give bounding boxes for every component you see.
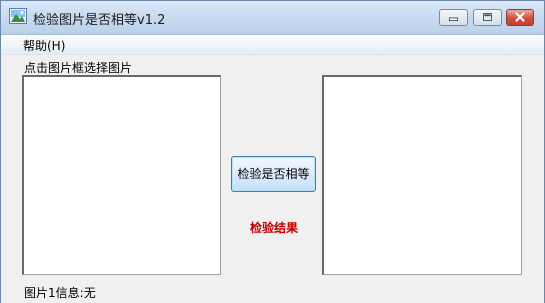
result-label: 检验结果 [250, 221, 299, 235]
app-picture-icon [9, 8, 27, 24]
title-bar[interactable]: 检验图片是否相等v1.2 [1, 1, 544, 35]
close-button[interactable] [506, 9, 534, 26]
image1-info-value: 无 [83, 286, 96, 300]
image-box-2[interactable] [322, 75, 522, 275]
compare-button[interactable]: 检验是否相等 [231, 156, 316, 192]
maximize-button[interactable] [473, 9, 502, 26]
image1-info-label: 图片1信息: [24, 286, 84, 300]
image1-info: 图片1信息:无 [24, 284, 96, 301]
minimize-icon [449, 17, 458, 22]
maximize-icon [483, 13, 492, 22]
menu-bar: 帮助(H) [1, 35, 544, 55]
close-icon [515, 12, 525, 22]
image-box-1[interactable] [22, 75, 221, 275]
menu-help[interactable]: 帮助(H) [23, 37, 65, 54]
select-image-hint: 点击图片框选择图片 [24, 61, 133, 75]
minimize-button[interactable] [439, 9, 468, 26]
window-title: 检验图片是否相等v1.2 [33, 13, 166, 28]
main-window: 检验图片是否相等v1.2 帮助(H) 点击图片框选择图片 检验是否相等 检验结果… [0, 0, 545, 303]
